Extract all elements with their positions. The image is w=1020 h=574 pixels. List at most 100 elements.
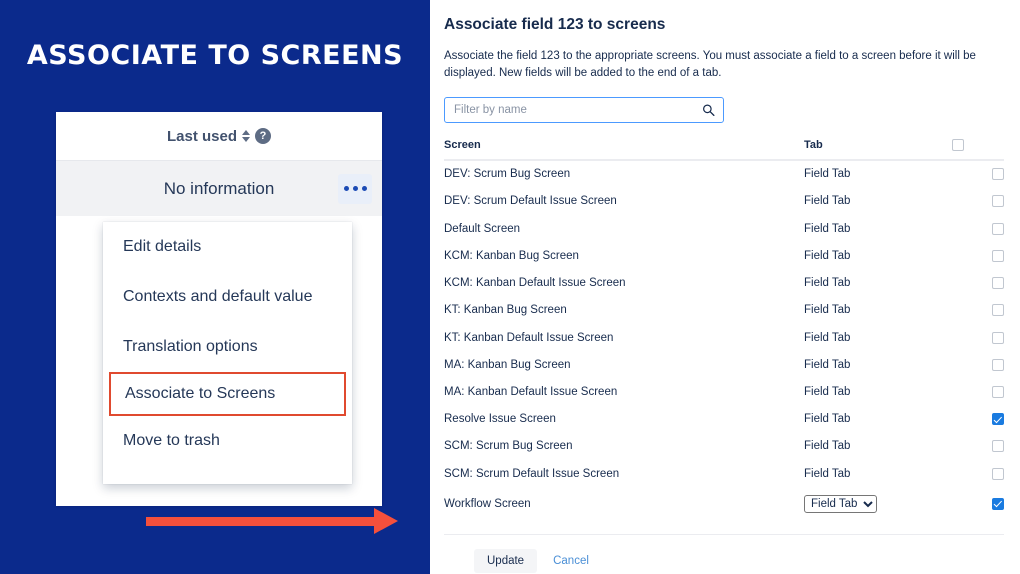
field-actions-menu: Edit details Contexts and default value … — [103, 222, 352, 484]
table-row[interactable]: KCM: Kanban Bug Screen Field Tab — [444, 242, 1004, 269]
column-header-tab[interactable]: Tab — [804, 138, 952, 161]
cell-checkbox — [952, 160, 1004, 188]
table-row[interactable]: DEV: Scrum Default Issue Screen Field Tab — [444, 188, 1004, 215]
cell-screen-name: KCM: Kanban Bug Screen — [444, 249, 579, 262]
menu-item-associate-to-screens[interactable]: Associate to Screens — [109, 372, 346, 416]
menu-item-move-to-trash[interactable]: Move to trash — [103, 416, 352, 466]
arrow-shaft — [146, 517, 381, 526]
table-row[interactable]: Workflow Screen Field Tab — [444, 487, 1004, 520]
cell-tab-name: Field Tab — [804, 222, 851, 235]
sort-header-label: Last used — [166, 127, 238, 145]
row-checkbox[interactable] — [992, 277, 1004, 290]
update-button[interactable]: Update — [474, 549, 538, 574]
filter-field[interactable] — [444, 96, 724, 123]
page-root: ASSOCIATE TO SCREENS Last used ? No info… — [0, 0, 1020, 574]
row-checkbox[interactable] — [992, 467, 1004, 480]
cell-checkbox — [952, 297, 1004, 324]
cell-checkbox — [952, 351, 1004, 378]
menu-item-edit-details[interactable]: Edit details — [103, 222, 352, 272]
cell-checkbox — [952, 324, 1004, 351]
cell-checkbox — [952, 406, 1004, 433]
table-row[interactable]: KT: Kanban Default Issue Screen Field Tab — [444, 324, 1004, 351]
screens-table: Screen Tab DEV: Scrum Bug Screen Field Ta… — [444, 138, 1004, 521]
cell-screen-name: DEV: Scrum Bug Screen — [444, 168, 571, 181]
row-checkbox[interactable] — [992, 304, 1004, 317]
table-row[interactable]: KCM: Kanban Default Issue Screen Field Ta… — [444, 269, 1004, 296]
menu-item-contexts-and-default-value[interactable]: Contexts and default value — [103, 272, 352, 322]
table-row[interactable]: SCM: Scrum Bug Screen Field Tab — [444, 433, 1004, 460]
menu-item-label: Edit details — [123, 238, 202, 255]
cell-screen-name: Resolve Issue Screen — [444, 413, 556, 426]
row-checkbox[interactable] — [992, 331, 1004, 344]
cell-screen-name: KT: Kanban Default Issue Screen — [444, 331, 614, 344]
row-checkbox[interactable] — [992, 195, 1004, 208]
ellipsis-icon[interactable] — [338, 173, 372, 204]
cell-tab-name: Field Tab — [804, 277, 851, 290]
panel-description: Associate the field 123 to the appropria… — [444, 50, 976, 80]
cell-checkbox — [952, 378, 1004, 405]
row-checkbox[interactable] — [992, 497, 1004, 510]
cell-tab-select[interactable]: Field Tab — [804, 487, 952, 520]
menu-item-label: Associate to Screens — [125, 385, 276, 402]
search-input[interactable] — [445, 97, 723, 122]
right-arrow-icon — [146, 505, 411, 539]
sort-updown-icon[interactable] — [242, 129, 251, 143]
cell-checkbox — [952, 242, 1004, 269]
cell-screen-name: Default Screen — [444, 222, 521, 235]
cell-tab-name: Field Tab — [804, 168, 851, 181]
field-row[interactable]: No information — [56, 160, 382, 216]
row-checkbox[interactable] — [992, 440, 1004, 453]
row-checkbox[interactable] — [992, 249, 1004, 262]
cell-tab-name: Field Tab — [804, 440, 851, 453]
cancel-button[interactable]: Cancel — [545, 549, 597, 573]
cell-tab-name: Field Tab — [804, 304, 851, 317]
cell-checkbox — [952, 487, 1004, 520]
table-header-row: Screen Tab — [444, 138, 1004, 161]
table-row[interactable]: MA: Kanban Default Issue Screen Field Tab — [444, 378, 1004, 405]
table-row[interactable]: KT: Kanban Bug Screen Field Tab — [444, 297, 1004, 324]
cell-checkbox — [952, 433, 1004, 460]
table-row[interactable]: SCM: Scrum Default Issue Screen Field Tab — [444, 460, 1004, 487]
arrow-head — [374, 508, 398, 534]
menu-item-label: Contexts and default value — [123, 288, 313, 305]
question-circle-icon[interactable]: ? — [255, 128, 272, 144]
cell-screen-name: Workflow Screen — [444, 497, 531, 510]
table-row[interactable]: DEV: Scrum Bug Screen Field Tab — [444, 160, 1004, 188]
cell-tab-name: Field Tab — [804, 413, 851, 426]
row-checkbox[interactable] — [992, 168, 1004, 181]
cell-checkbox — [952, 188, 1004, 215]
menu-item-translation-options[interactable]: Translation options — [103, 322, 352, 372]
menu-item-label: Move to trash — [123, 432, 220, 449]
associate-screens-panel: Associate field 123 to screens Associate… — [430, 0, 1020, 574]
cell-tab-name: Field Tab — [804, 385, 851, 398]
row-checkbox[interactable] — [992, 222, 1004, 235]
table-row[interactable]: MA: Kanban Bug Screen Field Tab — [444, 351, 1004, 378]
page-title: ASSOCIATE TO SCREENS — [26, 40, 404, 71]
cell-screen-name: SCM: Scrum Bug Screen — [444, 440, 573, 453]
cell-screen-name: KCM: Kanban Default Issue Screen — [444, 277, 626, 290]
column-header-select-all — [952, 138, 1004, 161]
row-checkbox[interactable] — [992, 358, 1004, 371]
table-row[interactable]: Resolve Issue Screen Field Tab — [444, 406, 1004, 433]
cell-tab-name: Field Tab — [804, 195, 851, 208]
cell-tab-name: Field Tab — [804, 467, 851, 480]
footer-actions: Update Cancel — [444, 535, 1004, 574]
cell-tab-name: Field Tab — [804, 358, 851, 371]
cell-checkbox — [952, 269, 1004, 296]
row-checkbox[interactable] — [992, 385, 1004, 398]
cell-screen-name: DEV: Scrum Default Issue Screen — [444, 195, 617, 208]
row-checkbox[interactable] — [992, 413, 1004, 426]
cell-checkbox — [952, 215, 1004, 242]
cell-screen-name: KT: Kanban Bug Screen — [444, 304, 567, 317]
select-all-checkbox[interactable] — [952, 138, 964, 151]
cell-tab-name: Field Tab — [804, 249, 851, 262]
table-row[interactable]: Default Screen Field Tab — [444, 215, 1004, 242]
panel-title: Associate field 123 to screens — [444, 16, 666, 33]
tab-select[interactable]: Field Tab — [804, 494, 877, 513]
sort-header[interactable]: Last used ? — [56, 112, 382, 160]
cell-tab-name: Field Tab — [804, 331, 851, 344]
screens-table-body: DEV: Scrum Bug Screen Field Tab DEV: Scrum… — [444, 160, 1004, 521]
menu-item-label: Translation options — [123, 338, 258, 355]
column-header-screen[interactable]: Screen — [444, 138, 804, 161]
cell-screen-name: SCM: Scrum Default Issue Screen — [444, 467, 620, 480]
